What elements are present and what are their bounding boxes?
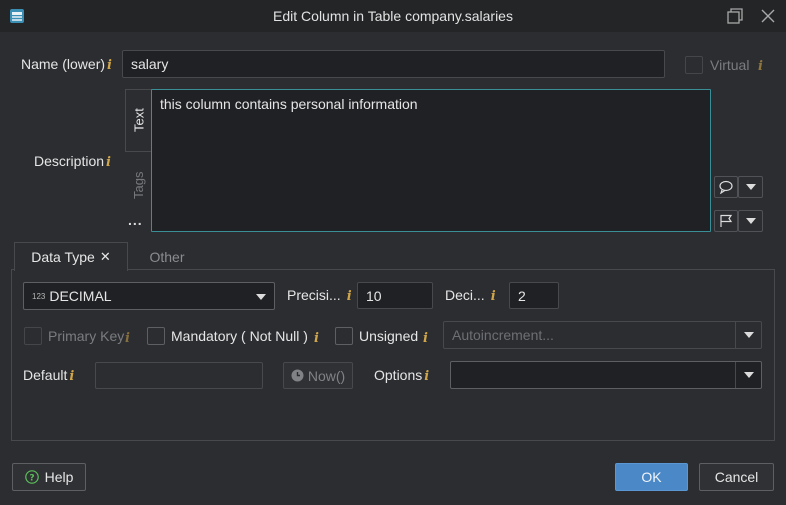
decimal-label: Deci... i xyxy=(445,287,496,304)
options-info-icon[interactable]: i xyxy=(424,369,429,384)
chevron-down-icon xyxy=(745,184,756,190)
precision-label: Precisi... i xyxy=(287,287,352,304)
flag-button[interactable] xyxy=(714,210,738,232)
mandatory-label: Mandatory ( Not Null ) xyxy=(171,328,308,344)
description-more-icon[interactable]: ... xyxy=(128,212,143,228)
tab-other[interactable]: Other xyxy=(130,242,204,271)
tab-text[interactable]: Text xyxy=(125,89,152,152)
close-icon[interactable] xyxy=(758,6,778,26)
tab-data-type[interactable]: Data Type ✕ xyxy=(14,242,128,271)
decimal-info-icon[interactable]: i xyxy=(491,289,496,304)
chevron-down-icon xyxy=(745,218,756,224)
mandatory-checkbox[interactable] xyxy=(147,327,165,345)
unsigned-info-icon[interactable]: i xyxy=(423,331,428,346)
mandatory-info-icon[interactable]: i xyxy=(314,331,319,346)
clock-icon xyxy=(291,369,304,382)
question-circle-icon: ? xyxy=(24,470,39,484)
decimal-input[interactable]: 2 xyxy=(509,282,559,309)
primary-key-label: Primary Key xyxy=(48,328,125,344)
comment-button[interactable] xyxy=(714,176,738,198)
flag-dropdown-button[interactable] xyxy=(738,210,763,232)
chevron-down-icon xyxy=(743,332,754,338)
name-input[interactable]: salary xyxy=(122,50,665,78)
default-info-icon[interactable]: i xyxy=(69,369,74,384)
flag-icon xyxy=(720,214,733,227)
ok-button[interactable]: OK xyxy=(615,463,688,491)
chevron-down-icon xyxy=(743,372,754,378)
numeric-type-icon: 123 xyxy=(32,291,46,301)
default-input[interactable] xyxy=(95,362,263,389)
datatype-select[interactable]: 123 DECIMAL xyxy=(23,282,275,310)
restore-window-icon[interactable] xyxy=(725,6,745,26)
precision-info-icon[interactable]: i xyxy=(347,289,352,304)
virtual-checkbox[interactable] xyxy=(685,56,703,74)
default-label: Default i xyxy=(23,367,75,384)
help-button[interactable]: ? Help xyxy=(12,463,86,491)
tab-connector xyxy=(15,269,127,271)
virtual-label: Virtual xyxy=(710,57,750,73)
close-tab-icon[interactable]: ✕ xyxy=(100,249,111,265)
speech-bubble-icon xyxy=(719,180,733,194)
unsigned-checkbox[interactable] xyxy=(335,327,353,345)
tab-tags[interactable]: Tags xyxy=(125,155,152,215)
virtual-info-icon[interactable]: i xyxy=(758,59,763,74)
description-info-icon[interactable]: i xyxy=(106,155,111,170)
description-textarea[interactable]: this column contains personal informatio… xyxy=(151,89,711,232)
name-label: Name (lower) i xyxy=(21,56,112,73)
now-button[interactable]: Now() xyxy=(283,362,353,389)
autoincrement-select[interactable]: Autoincrement... xyxy=(443,321,762,349)
comment-dropdown-button[interactable] xyxy=(738,176,763,198)
window-title: Edit Column in Table company.salaries xyxy=(273,8,513,24)
options-select[interactable] xyxy=(450,361,762,389)
chevron-down-icon xyxy=(256,294,266,300)
precision-input[interactable]: 10 xyxy=(357,282,433,309)
unsigned-label: Unsigned xyxy=(359,328,419,344)
options-label: Options i xyxy=(374,367,430,384)
cancel-button[interactable]: Cancel xyxy=(699,463,774,491)
name-info-icon[interactable]: i xyxy=(107,58,112,73)
svg-text:?: ? xyxy=(29,474,34,484)
description-label: Description i xyxy=(34,153,111,170)
primary-key-checkbox[interactable] xyxy=(24,327,42,345)
primary-key-info-icon[interactable]: i xyxy=(125,331,130,346)
